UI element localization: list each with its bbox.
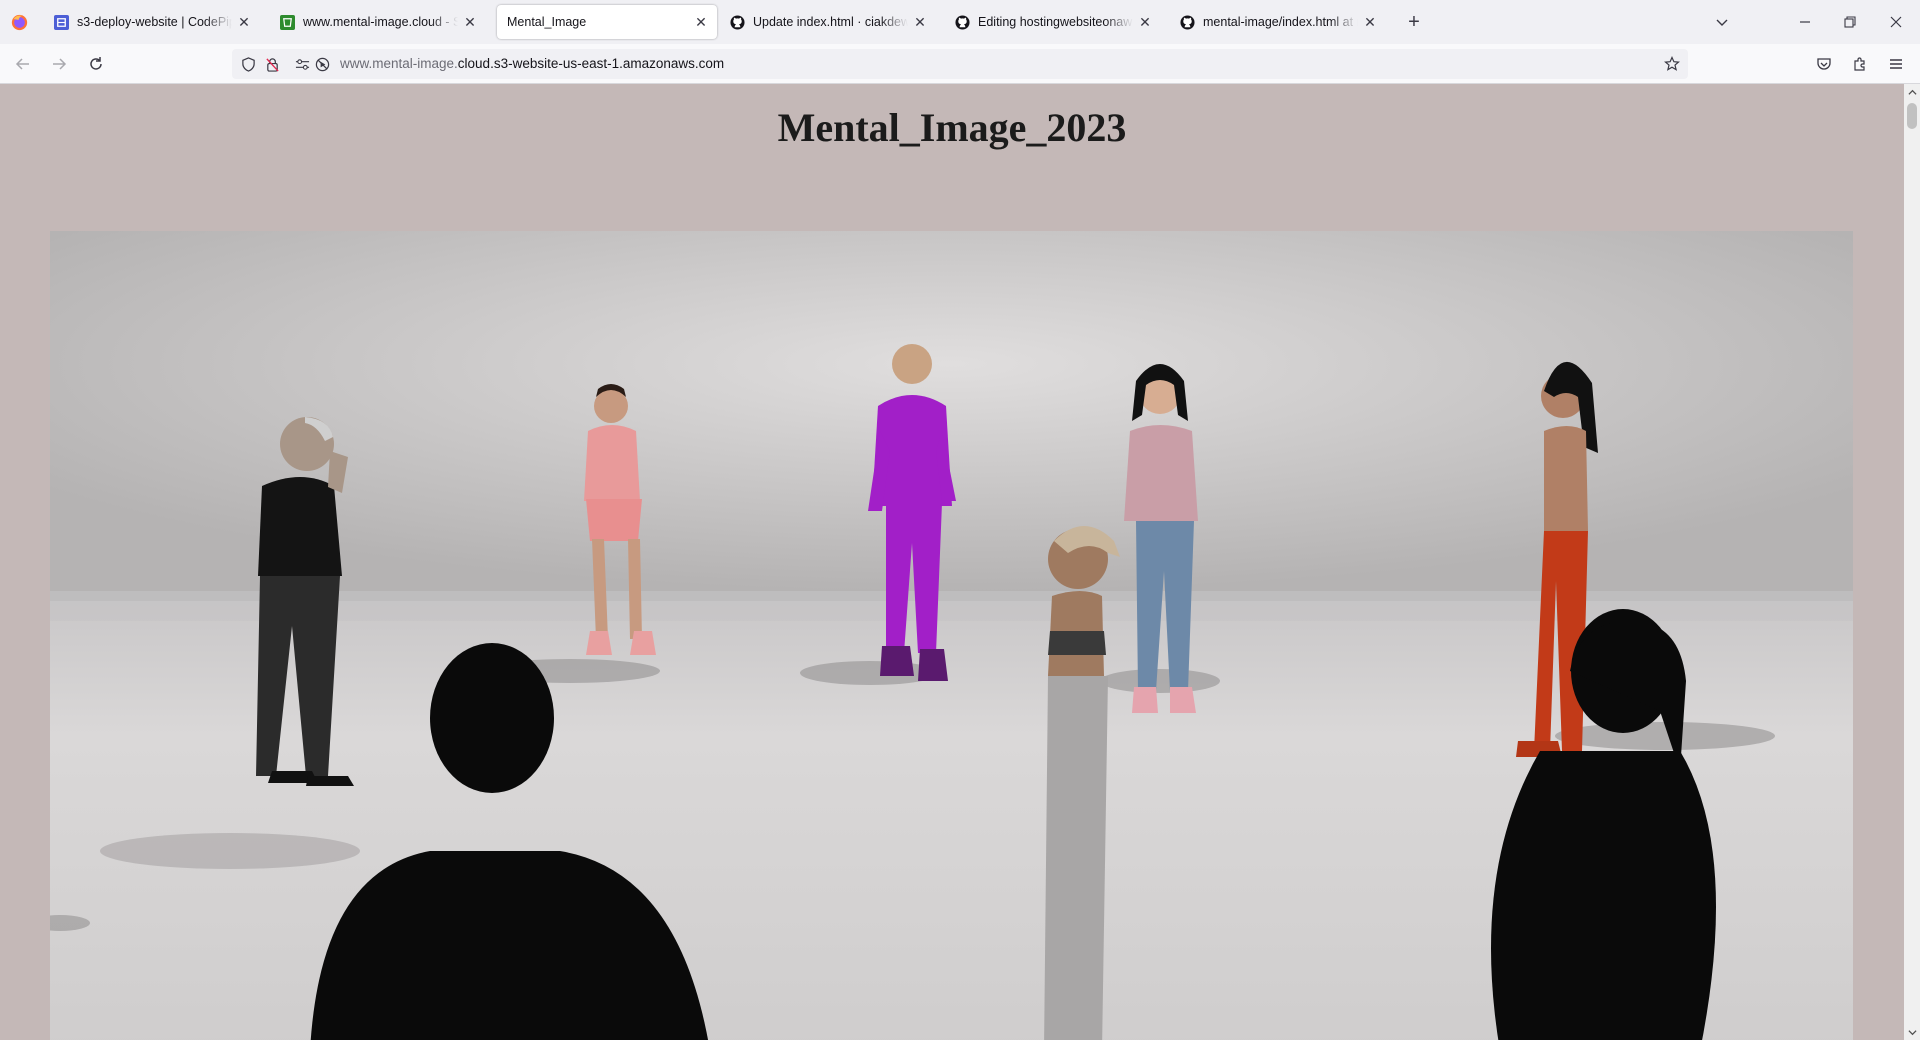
- close-tab-icon[interactable]: ✕: [1137, 14, 1153, 30]
- tab-title: www.mental-image.cloud - S3 bucket: [303, 15, 458, 29]
- hero-image: [50, 231, 1853, 1040]
- url-host: cloud.s3-website-us-east-1.amazonaws.com: [457, 56, 725, 71]
- back-arrow-icon[interactable]: [11, 52, 35, 76]
- reload-icon[interactable]: [84, 52, 108, 76]
- restore-window-icon[interactable]: [1840, 12, 1860, 32]
- url-prefix: www.mental-image.: [340, 56, 458, 71]
- autoplay-blocked-icon[interactable]: [314, 56, 330, 72]
- list-all-tabs-chevron-down-icon[interactable]: [1712, 12, 1732, 32]
- url-text[interactable]: www.mental-image.cloud.s3-website-us-eas…: [340, 56, 724, 71]
- tab-s3-bucket[interactable]: www.mental-image.cloud - S3 bucket ✕: [270, 5, 486, 39]
- page-viewport: Mental_Image_2023: [0, 84, 1904, 1040]
- forward-arrow-icon[interactable]: [47, 52, 71, 76]
- hamburger-menu-icon[interactable]: [1884, 52, 1908, 76]
- extensions-puzzle-icon[interactable]: [1848, 52, 1872, 76]
- minimize-window-icon[interactable]: [1795, 12, 1815, 32]
- address-bar[interactable]: www.mental-image.cloud.s3-website-us-eas…: [232, 49, 1688, 79]
- tab-github-index[interactable]: mental-image/index.html at main ✕: [1170, 5, 1386, 39]
- scroll-up-arrow-icon[interactable]: [1904, 84, 1920, 100]
- close-tab-icon[interactable]: ✕: [236, 14, 252, 30]
- tab-codepipeline[interactable]: s3-deploy-website | CodePipeline ✕: [44, 5, 260, 39]
- tab-github-update[interactable]: Update index.html · ciakdewitt/ ✕: [720, 5, 936, 39]
- tab-strip: s3-deploy-website | CodePipeline ✕ www.m…: [0, 0, 1920, 44]
- tab-title: Editing hostingwebsiteonawsS3: [978, 15, 1133, 29]
- close-tab-icon[interactable]: ✕: [912, 14, 928, 30]
- github-icon: [955, 14, 970, 30]
- close-tab-icon[interactable]: ✕: [1362, 14, 1378, 30]
- aws-s3-icon: [280, 14, 295, 30]
- tab-github-editing[interactable]: Editing hostingwebsiteonawsS3 ✕: [945, 5, 1161, 39]
- tab-mental-image[interactable]: Mental_Image ✕: [497, 5, 717, 39]
- navigation-toolbar: www.mental-image.cloud.s3-website-us-eas…: [0, 44, 1920, 84]
- new-tab-plus-icon[interactable]: +: [1404, 11, 1424, 33]
- aws-codepipeline-icon: [54, 14, 69, 30]
- close-window-icon[interactable]: [1886, 12, 1906, 32]
- tab-title: mental-image/index.html at main: [1203, 15, 1358, 29]
- page-title: Mental_Image_2023: [777, 105, 1127, 150]
- github-icon: [730, 14, 745, 30]
- vertical-scrollbar[interactable]: [1904, 84, 1920, 1040]
- scrollbar-thumb[interactable]: [1907, 103, 1917, 129]
- tab-title: Mental_Image: [507, 15, 587, 29]
- tab-title: s3-deploy-website | CodePipeline: [77, 15, 232, 29]
- pocket-icon[interactable]: [1812, 52, 1836, 76]
- permissions-icon[interactable]: [294, 56, 310, 72]
- tab-title: Update index.html · ciakdewitt/: [753, 15, 908, 29]
- scroll-down-arrow-icon[interactable]: [1904, 1024, 1920, 1040]
- close-tab-icon[interactable]: ✕: [462, 14, 478, 30]
- tracking-protection-shield-icon[interactable]: [240, 56, 256, 72]
- insecure-lock-icon[interactable]: [264, 56, 280, 72]
- close-tab-icon[interactable]: ✕: [693, 14, 709, 30]
- github-icon: [1180, 14, 1195, 30]
- bookmark-star-icon[interactable]: [1664, 56, 1680, 72]
- firefox-logo-icon[interactable]: [11, 14, 28, 31]
